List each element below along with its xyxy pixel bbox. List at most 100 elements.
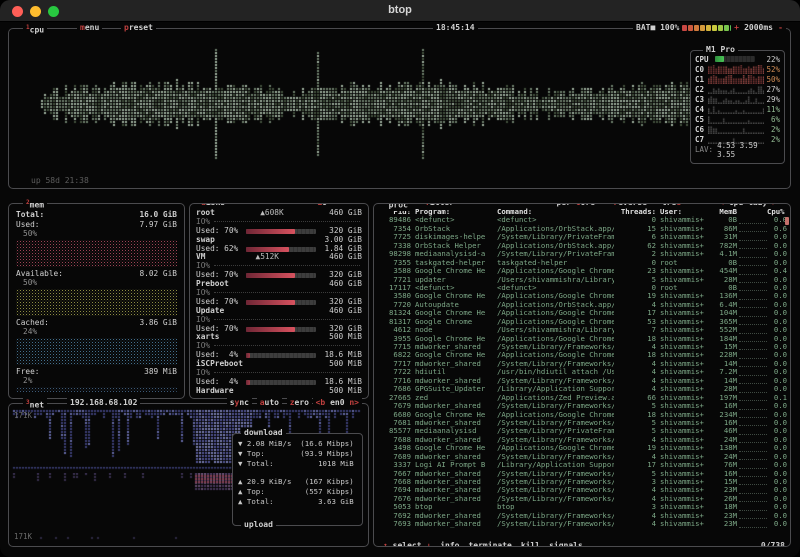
auto-button[interactable]: auto [257,398,282,408]
process-row[interactable]: 27665zed/Applications/Zed Preview.app/Co… [379,394,787,402]
process-row[interactable]: 7686GPGSuite_Updater/Library/Application… [379,385,787,393]
proc-program: taskgated-helper [415,259,493,267]
process-row[interactable]: 7668mdworker_shared/System/Library/Frame… [379,478,787,486]
proc-mem: 552M [710,326,737,334]
process-row[interactable]: 7716mdworker_shared/System/Library/Frame… [379,377,787,385]
tree-button[interactable]: tree [659,203,684,208]
proc-cpu: 0.0 [767,351,787,359]
zero-button[interactable]: zero [287,398,312,408]
proc-cpu: 0.0 [767,301,787,309]
process-row[interactable]: 3498Google Chrome He/Applications/Google… [379,444,787,452]
sort-selector[interactable]: < cpu lazy > [716,203,780,208]
interval-minus-button[interactable]: - [775,23,786,33]
reverse-button[interactable]: reverse [610,203,650,208]
proc-cpu-graph [739,521,767,528]
core-percent: 52% [764,65,780,74]
proc-pid: 7679 [379,402,411,410]
proc-threads: 19 [616,444,656,452]
process-row[interactable]: 7720Autoupdate/Applications/OrbStack.app… [379,301,787,309]
mem-stat-percent: 50% [16,278,177,287]
mem-stat-graph [16,289,177,316]
load-average-row: LAV: 4.53 3.59 3.55 [695,144,780,155]
proc-cpu-graph [739,301,767,308]
proc-scrollbar[interactable] [785,217,789,225]
preset-button[interactable]: preset [121,23,156,33]
process-row[interactable]: 7679mdworker_shared/System/Library/Frame… [379,402,787,410]
proc-pid: 4612 [379,326,411,334]
per-core-button[interactable]: per-core [553,203,598,208]
proc-mem: 197M [710,394,737,402]
process-row[interactable]: 81324Google Chrome He/Applications/Googl… [379,309,787,317]
process-row[interactable]: 6680Google Chrome He/Applications/Google… [379,411,787,419]
process-row[interactable]: 6822Google Chrome He/Applications/Google… [379,351,787,359]
process-row[interactable]: 7694mdworker_shared/System/Library/Frame… [379,486,787,494]
process-row[interactable]: 85577mediaanalysisd/System/Library/Priva… [379,427,787,435]
process-row[interactable]: 7693mdworker_shared/System/Library/Frame… [379,520,787,528]
signals-button[interactable]: signals [549,541,583,547]
process-row[interactable]: 98298mediaanalysisd-a/System/Library/Pri… [379,250,787,258]
col-command[interactable]: Command: [497,208,614,216]
info-button[interactable]: info [440,541,459,547]
io-mode-button[interactable]: io [314,203,330,208]
mem-stat-graph [16,387,177,392]
proc-program: mdworker_shared [415,478,493,486]
terminate-button[interactable]: terminate [468,541,511,547]
process-row[interactable]: 81317Google Chrome/Applications/Google C… [379,318,787,326]
proc-cpu: 0.0 [767,242,787,250]
proc-cpu: 0.0 [767,402,787,410]
proc-pid: 7688 [379,436,411,444]
cpu-core-row: C62% [695,124,780,134]
menu-button[interactable]: menu [77,23,102,33]
process-row[interactable]: 7725diskimages-helpe/System/Library/Priv… [379,233,787,241]
proc-command: /Users/shivammishra/Library/Caches/d [497,276,614,284]
proc-threads: 4 [616,368,656,376]
process-row[interactable]: 7676mdworker_shared/System/Library/Frame… [379,495,787,503]
process-row[interactable]: 4612node/Users/shivammishra/Library/Cach… [379,326,787,334]
col-mem[interactable]: MemB [710,208,737,216]
process-row[interactable]: 3955Google Chrome He/Applications/Google… [379,335,787,343]
cpu-core-row: C411% [695,104,780,114]
process-row[interactable]: 7688mdworker_shared/System/Library/Frame… [379,436,787,444]
process-row[interactable]: 5053btopbtop3shivammis+18M0.0 [379,503,787,511]
process-row[interactable]: 7355taskgated-helpertaskgated-helper0roo… [379,259,787,267]
proc-mem: 24M [710,453,737,461]
net-device-switch[interactable]: <b en0 n> [313,398,362,408]
process-row[interactable]: 7692mdworker_shared/System/Library/Frame… [379,512,787,520]
col-threads[interactable]: Threads: [616,208,656,216]
process-row[interactable]: 7681mdworker_shared/System/Library/Frame… [379,419,787,427]
upload-stat-line: ▲ 20.9 KiB/s (167 Kibps) [238,477,358,487]
proc-cpu-graph [739,487,767,494]
proc-user: shivammis+ [660,276,710,284]
core-usage-graph [708,85,764,94]
proc-pid: 7354 [379,225,411,233]
col-user[interactable]: User: [660,208,710,216]
sync-button[interactable]: sync [227,398,252,408]
proc-pid: 6822 [379,351,411,359]
cpu-core-row: C227% [695,84,780,94]
proc-threads: 4 [616,520,656,528]
col-program[interactable]: Program: [415,208,493,216]
proc-threads: 7 [616,326,656,334]
cpu-total-name: CPU [695,55,715,64]
proc-user: shivammis+ [660,216,710,224]
process-row[interactable]: 7721updater/Users/shivammishra/Library/C… [379,276,787,284]
process-row[interactable]: 7667mdworker_shared/System/Library/Frame… [379,470,787,478]
kill-button[interactable]: kill [521,541,540,547]
process-row[interactable]: 3337Logi AI Prompt B/Library/Application… [379,461,787,469]
process-row[interactable]: 3588Google Chrome He/Applications/Google… [379,267,787,275]
select-control[interactable]: ↑ select ↓ [383,541,431,547]
core-percent: 50% [764,75,780,84]
filter-button[interactable]: filter [422,203,457,208]
process-row[interactable]: 7338OrbStack Helper/Applications/OrbStac… [379,242,787,250]
process-row[interactable]: 7354OrbStack/Applications/OrbStack.app/C… [379,225,787,233]
process-row[interactable]: 89486<defunct><defunct>0shivammis+0B0.0 [379,216,787,224]
process-row[interactable]: 7717mdworker_shared/System/Library/Frame… [379,360,787,368]
process-row[interactable]: 17117<defunct><defunct>0root0B0.0 [379,284,787,292]
mem-total-label: Total: [16,210,44,220]
proc-threads: 4 [616,377,656,385]
process-row[interactable]: 7689mdworker_shared/System/Library/Frame… [379,453,787,461]
process-row[interactable]: 3580Google Chrome He/Applications/Google… [379,292,787,300]
process-row[interactable]: 7722hdiutil/usr/bin/hdiutil attach /User… [379,368,787,376]
process-row[interactable]: 7715mdworker_shared/System/Library/Frame… [379,343,787,351]
col-cpu[interactable]: Cpu% + [767,208,787,216]
